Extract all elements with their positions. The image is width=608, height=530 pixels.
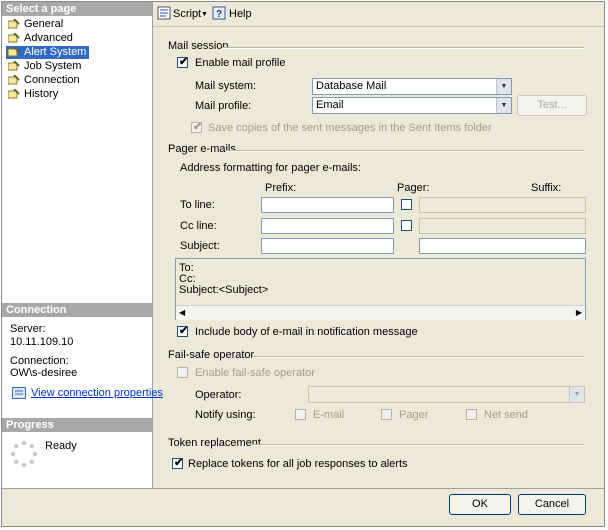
preview-subject-line: Subject:<Subject> xyxy=(179,284,269,296)
mail-system-select[interactable]: Database Mail ▼ xyxy=(312,78,512,95)
cc-line-prefix-input[interactable] xyxy=(261,218,394,234)
notify-email-checkbox[interactable] xyxy=(295,409,306,420)
nav-item-advanced[interactable]: Advanced xyxy=(6,32,76,45)
replace-tokens-checkbox[interactable]: ✔ xyxy=(172,457,183,469)
view-connection-properties-link[interactable]: View connection properties xyxy=(31,387,163,400)
subject-suffix-input[interactable] xyxy=(419,238,586,254)
svg-text:?: ? xyxy=(216,9,222,20)
mail-profile-select[interactable]: Email ▼ xyxy=(312,97,512,114)
properties-icon xyxy=(12,387,26,399)
divider xyxy=(252,444,584,446)
mail-session-title: Mail session xyxy=(168,40,229,52)
nav-item-general[interactable]: General xyxy=(6,18,66,31)
help-icon: ? xyxy=(212,6,226,20)
page-wrench-icon xyxy=(8,75,20,85)
cc-line-pager-checkbox[interactable] xyxy=(401,220,412,231)
script-button[interactable]: Script xyxy=(173,8,201,21)
chevron-down-icon[interactable]: ▼ xyxy=(496,79,511,94)
save-copies-checkbox[interactable]: ✔ xyxy=(191,121,202,133)
notify-net-send-checkbox[interactable] xyxy=(466,409,477,420)
to-line-prefix-input[interactable] xyxy=(261,197,394,213)
enable-mail-profile-label: Enable mail profile xyxy=(195,57,286,69)
notify-using-label: Notify using: xyxy=(195,409,256,421)
save-copies-label: Save copies of the sent messages in the … xyxy=(208,122,492,134)
include-body-checkbox[interactable]: ✔ xyxy=(177,325,188,337)
chevron-down-icon[interactable]: ▼ xyxy=(201,8,208,21)
chevron-down-icon[interactable]: ▼ xyxy=(569,387,584,402)
select-page-header: Select a page xyxy=(2,2,152,16)
suffix-header: Suffix: xyxy=(531,182,562,194)
divider xyxy=(226,150,584,152)
nav-label: Alert System xyxy=(24,46,87,58)
replace-tokens-label: Replace tokens for all job responses to … xyxy=(188,458,408,470)
scroll-left-icon[interactable]: ◀ xyxy=(179,306,185,319)
progress-status: Ready xyxy=(45,440,77,452)
page-wrench-icon xyxy=(8,61,20,71)
chevron-down-icon[interactable]: ▼ xyxy=(496,98,511,113)
help-button[interactable]: Help xyxy=(229,8,252,21)
nav-label: Advanced xyxy=(24,32,73,44)
enable-failsafe-checkbox[interactable] xyxy=(177,367,188,378)
page-wrench-icon xyxy=(8,47,20,57)
page-wrench-icon xyxy=(8,33,20,43)
nav-label: Connection xyxy=(24,74,80,86)
horizontal-scrollbar[interactable]: ◀ ▶ xyxy=(176,305,585,320)
to-line-label: To line: xyxy=(180,199,215,211)
nav-item-alert-system[interactable]: Alert System xyxy=(6,46,90,59)
page-wrench-icon xyxy=(8,89,20,99)
to-line-suffix-input[interactable] xyxy=(419,197,586,213)
subject-label: Subject: xyxy=(180,240,220,252)
server-value: 10.11.109.10 xyxy=(10,336,74,348)
connection-value: OW\s-desiree xyxy=(10,367,78,379)
enable-mail-profile-checkbox[interactable]: ✔ xyxy=(177,56,188,68)
cc-line-label: Cc line: xyxy=(180,220,217,232)
mail-system-value: Database Mail xyxy=(316,80,387,92)
connection-header: Connection xyxy=(2,303,152,317)
progress-spinner-icon xyxy=(10,440,38,468)
enable-failsafe-label: Enable fail-safe operator xyxy=(195,367,315,379)
include-body-label: Include body of e-mail in notification m… xyxy=(195,326,418,338)
divider xyxy=(222,47,584,49)
left-pane: Select a page General Advanced Alert Sys… xyxy=(2,2,163,488)
page-wrench-icon xyxy=(8,19,20,29)
mail-profile-value: Email xyxy=(316,99,344,111)
test-button[interactable]: Test... xyxy=(517,95,587,116)
scroll-right-icon[interactable]: ▶ xyxy=(576,306,582,319)
to-line-pager-checkbox[interactable] xyxy=(401,199,412,210)
ok-button[interactable]: OK xyxy=(449,494,511,515)
pager-header: Pager: xyxy=(397,182,430,194)
notify-email-label: E-mail xyxy=(313,409,345,421)
nav-item-job-system[interactable]: Job System xyxy=(6,60,84,73)
nav-label: History xyxy=(24,88,59,100)
mail-system-label: Mail system: xyxy=(195,80,257,92)
script-icon xyxy=(157,6,171,20)
nav-label: Job System xyxy=(24,60,82,72)
mail-profile-label: Mail profile: xyxy=(195,100,252,112)
cancel-button[interactable]: Cancel xyxy=(518,494,586,515)
notify-pager-label: Pager xyxy=(399,409,429,421)
prefix-header: Prefix: xyxy=(265,182,297,194)
divider xyxy=(252,356,584,358)
token-replacement-title: Token replacement xyxy=(168,437,261,449)
cc-line-suffix-input[interactable] xyxy=(419,218,586,234)
pager-emails-title: Pager e-mails xyxy=(168,143,236,155)
nav-label: General xyxy=(24,18,64,30)
pager-preview-box: To: Cc: Subject:<Subject> ◀ ▶ xyxy=(175,258,586,320)
operator-select[interactable]: ▼ xyxy=(308,386,585,403)
nav-item-connection[interactable]: Connection xyxy=(6,74,83,87)
operator-label: Operator: xyxy=(195,389,242,401)
footer-divider xyxy=(2,488,604,489)
progress-header: Progress xyxy=(2,418,152,432)
server-label: Server: xyxy=(10,323,46,335)
notify-pager-checkbox[interactable] xyxy=(381,409,392,420)
failsafe-title: Fail-safe operator xyxy=(168,349,255,361)
address-formatting-label: Address formatting for pager e-mails: xyxy=(180,162,361,174)
subject-prefix-input[interactable] xyxy=(261,238,394,254)
nav-item-history[interactable]: History xyxy=(6,88,61,101)
notify-net-send-label: Net send xyxy=(484,409,529,421)
